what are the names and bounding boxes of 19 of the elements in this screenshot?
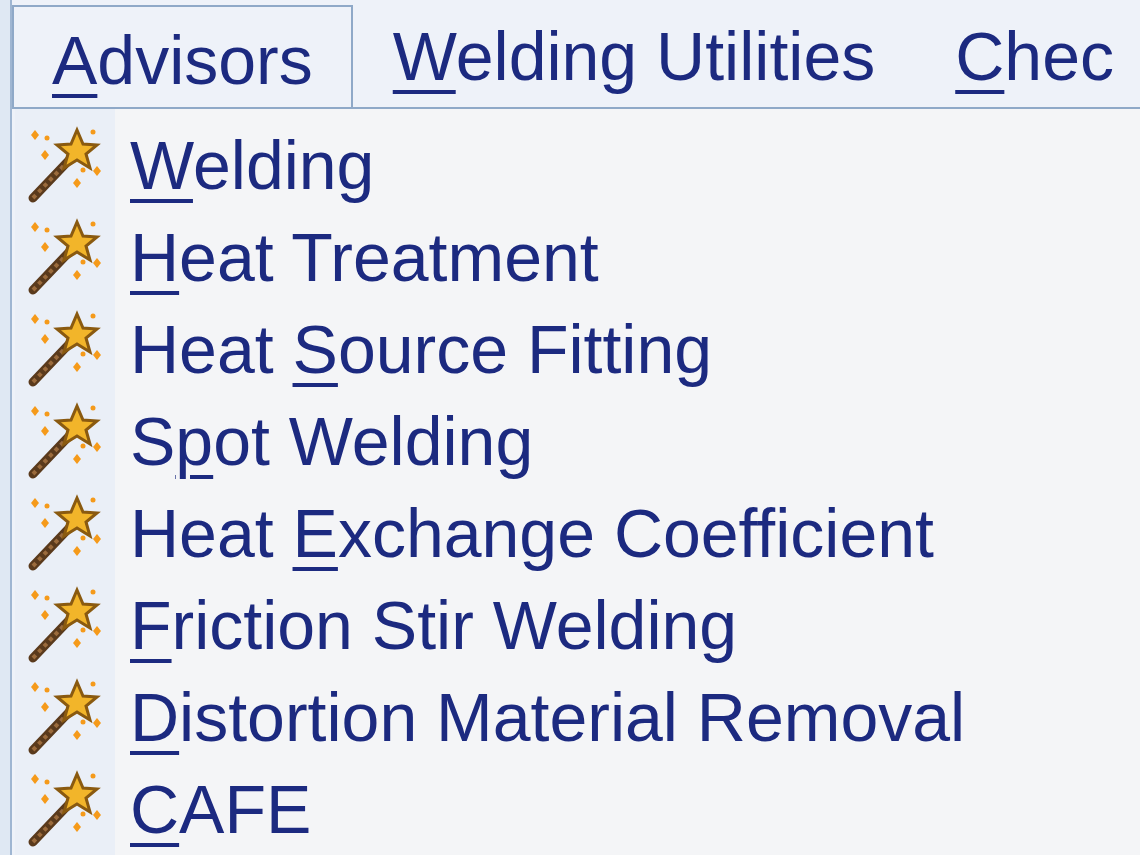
menu-bar-item[interactable]: Chec bbox=[915, 3, 1140, 107]
magic-wand-icon bbox=[27, 678, 103, 756]
menu-item[interactable]: Heat Treatment bbox=[130, 219, 599, 295]
magic-wand-icon bbox=[27, 126, 103, 204]
menu-item[interactable]: CAFE bbox=[130, 771, 312, 847]
magic-wand-icon bbox=[27, 586, 103, 664]
menu-item[interactable]: Spot Welding bbox=[130, 403, 534, 479]
menu-item[interactable]: Heat Exchange Coefficient bbox=[130, 495, 934, 571]
menu-bar-item[interactable]: Advisors bbox=[12, 5, 353, 107]
magic-wand-icon bbox=[27, 770, 103, 848]
magic-wand-icon bbox=[27, 402, 103, 480]
menu-item[interactable]: Heat Source Fitting bbox=[130, 311, 713, 387]
magic-wand-icon bbox=[27, 494, 103, 572]
magic-wand-icon bbox=[27, 310, 103, 388]
menu-item[interactable]: Distortion Material Removal bbox=[130, 679, 966, 755]
menu-item[interactable]: Welding bbox=[130, 127, 375, 203]
menu-item[interactable]: Friction Stir Welding bbox=[130, 587, 738, 663]
magic-wand-icon bbox=[27, 218, 103, 296]
menu-bar-item[interactable]: Welding Utilities bbox=[352, 3, 916, 107]
